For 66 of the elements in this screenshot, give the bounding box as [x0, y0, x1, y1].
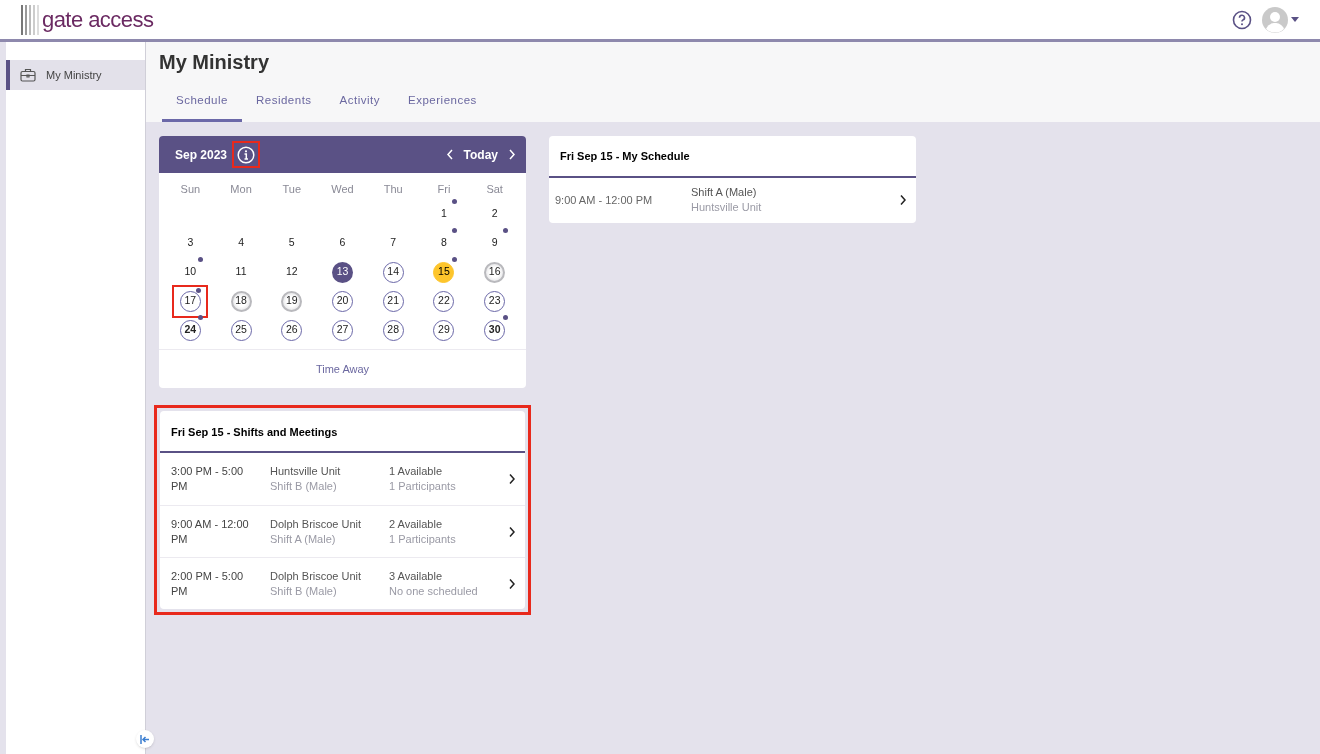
previous-month-icon[interactable]	[445, 149, 454, 161]
participants: No one scheduled	[389, 583, 479, 599]
unit-name: Huntsville Unit	[691, 200, 763, 216]
calendar-day[interactable]: 5	[281, 232, 303, 254]
brand-name: gate access	[42, 8, 154, 31]
calendar-day[interactable]: 6	[332, 232, 353, 254]
unit-name: Dolph Briscoe Unit	[270, 568, 363, 584]
calendar-day[interactable]: 11	[230, 261, 252, 283]
weekday-label: Tue	[282, 182, 302, 198]
collapse-sidebar-button[interactable]	[136, 730, 154, 748]
logo-bars-icon	[21, 4, 39, 35]
help-icon[interactable]	[1232, 9, 1252, 30]
calendar-day[interactable]: 10	[179, 261, 201, 283]
participants: 1 Participants	[389, 531, 457, 547]
tab[interactable]: Residents	[241, 91, 326, 123]
calendar-day[interactable]: 2	[484, 203, 506, 225]
calendar-day[interactable]: 4	[230, 232, 252, 254]
unit-name: Huntsville Unit	[270, 464, 342, 480]
shift-name: Shift A (Male)	[270, 531, 337, 547]
shift-time: 9:00 AM - 12:00 PM	[555, 193, 654, 208]
calendar-day[interactable]: 16	[484, 261, 506, 283]
calendar-day[interactable]: 13	[332, 261, 353, 283]
shift-time: 9:00 AM - 12:00 PM	[171, 516, 250, 547]
today-button[interactable]: Today	[463, 145, 498, 164]
tab[interactable]: Activity	[325, 91, 395, 123]
tab[interactable]: Experiences	[394, 91, 491, 123]
chevron-right-icon[interactable]	[508, 525, 516, 538]
weekday-label: Sat	[486, 182, 503, 198]
next-month-icon[interactable]	[508, 149, 516, 161]
chevron-right-icon[interactable]	[508, 473, 516, 486]
weekday-label: Mon	[230, 182, 252, 198]
calendar-day[interactable]: 3	[179, 232, 201, 254]
time-away-link[interactable]: Time Away	[315, 360, 370, 377]
shift-name: Shift B (Male)	[270, 583, 338, 599]
month-label: Sep 2023	[175, 146, 228, 164]
briefcase-icon	[20, 68, 36, 82]
weekday-label: Sun	[180, 182, 201, 198]
shift-time: 3:00 PM - 5:00 PM	[171, 464, 245, 495]
availability: 2 Available	[389, 516, 443, 532]
availability: 3 Available	[389, 568, 443, 584]
calendar-day[interactable]: 19	[281, 290, 303, 312]
weekday-label: Wed	[331, 182, 354, 198]
calendar-day[interactable]: 15	[433, 261, 455, 283]
card-title: Fri Sep 15 - Shifts and Meetings	[160, 410, 525, 454]
sidebar-item[interactable]: My Ministry	[6, 60, 145, 90]
participants: 1 Participants	[389, 479, 457, 495]
unit-name: Dolph Briscoe Unit	[270, 516, 363, 532]
page-title: My Ministry	[159, 50, 271, 75]
availability: 1 Available	[389, 464, 443, 480]
shift-name: Shift B (Male)	[270, 479, 338, 495]
calendar-day[interactable]: 12	[281, 261, 303, 283]
chevron-right-icon[interactable]	[899, 194, 907, 207]
calendar-day[interactable]: 7	[382, 232, 404, 254]
calendar-day[interactable]: 9	[484, 232, 506, 254]
tab[interactable]: Schedule	[162, 91, 242, 123]
collapse-sidebar-icon[interactable]	[140, 734, 150, 744]
weekday-label: Thu	[383, 182, 403, 198]
shift-name: Shift A (Male)	[691, 185, 758, 201]
card-title: Fri Sep 15 - My Schedule	[549, 136, 916, 178]
shift-time: 2:00 PM - 5:00 PM	[171, 568, 245, 599]
chevron-right-icon[interactable]	[508, 577, 516, 590]
calendar-day[interactable]: 1	[433, 203, 455, 225]
calendar-day[interactable]: 18	[230, 290, 252, 312]
calendar-day[interactable]: 8	[433, 232, 455, 254]
info-button[interactable]	[232, 141, 261, 169]
weekday-label: Fri	[437, 182, 451, 198]
